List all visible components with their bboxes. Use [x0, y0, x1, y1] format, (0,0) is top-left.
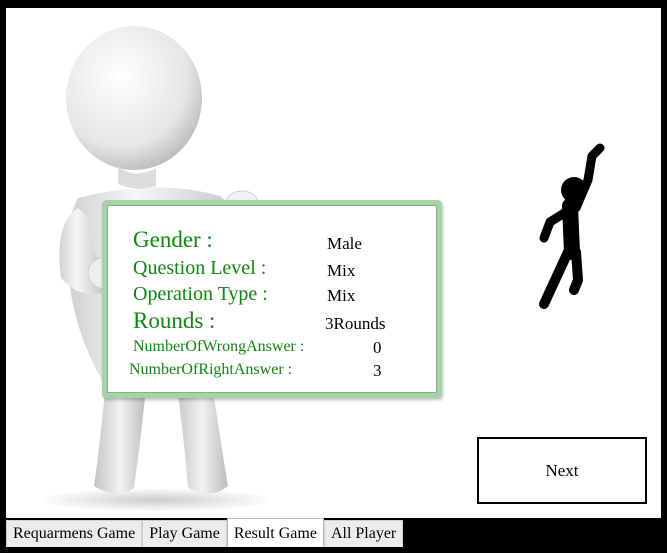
- tab-bar: Requarmens Game Play Game Result Game Al…: [6, 518, 404, 547]
- tab-requarmens-game[interactable]: Requarmens Game: [6, 520, 143, 547]
- rounds-value: 3Rounds: [325, 314, 386, 334]
- question-level-value: Mix: [327, 261, 356, 281]
- wrong-answer-label: NumberOfWrongAnswer :: [133, 338, 305, 356]
- rounds-label: Rounds :: [133, 308, 216, 334]
- wrong-answer-value: 0: [373, 338, 382, 358]
- next-button[interactable]: Next: [477, 437, 647, 504]
- operation-type-label: Operation Type :: [133, 283, 268, 306]
- cheering-person-icon: [539, 143, 605, 309]
- tab-all-player[interactable]: All Player: [323, 520, 404, 547]
- tab-play-game[interactable]: Play Game: [142, 520, 227, 547]
- right-answer-label: NumberOfRightAnswer :: [129, 361, 293, 379]
- right-answer-value: 3: [373, 361, 382, 381]
- main-panel: Gender : Male Question Level : Mix Opera…: [6, 8, 661, 518]
- result-board: Gender : Male Question Level : Mix Opera…: [102, 200, 442, 398]
- operation-type-value: Mix: [327, 286, 356, 306]
- tab-result-game[interactable]: Result Game: [226, 518, 324, 547]
- gender-label: Gender :: [133, 227, 213, 253]
- question-level-label: Question Level :: [133, 257, 267, 280]
- gender-value: Male: [327, 234, 362, 254]
